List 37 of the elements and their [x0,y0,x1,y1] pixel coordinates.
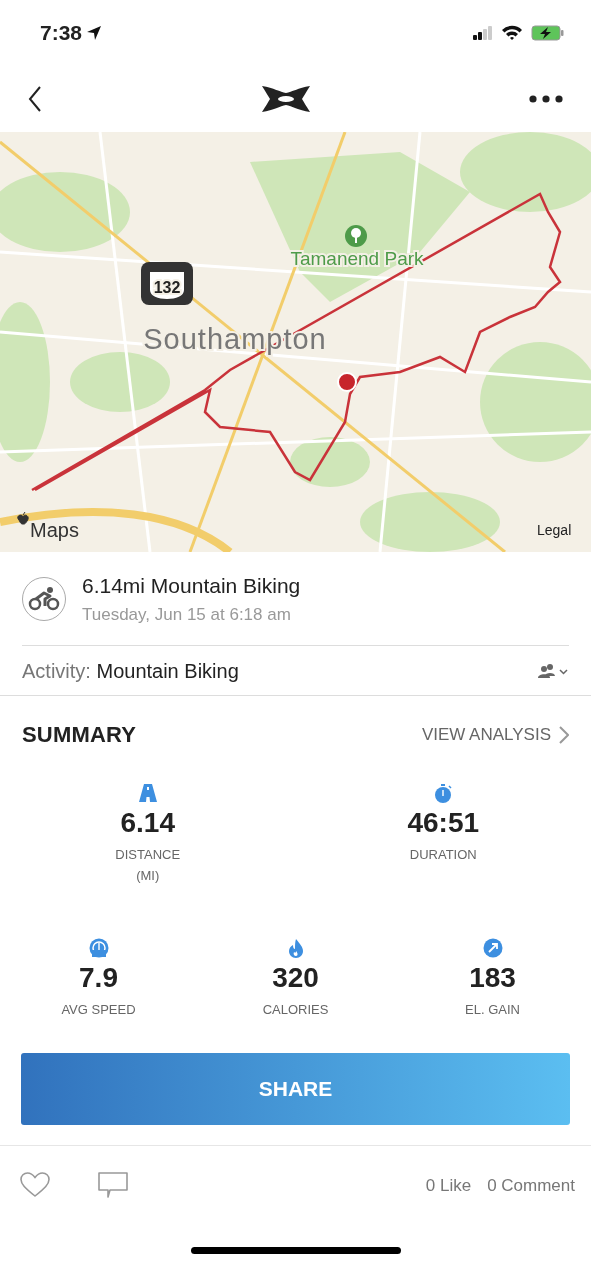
maps-attribution: Maps [30,519,79,541]
battery-charging-icon [531,24,565,41]
activity-title: 6.14mi Mountain Biking [82,573,301,599]
stat-label: AVG SPEED [61,1001,136,1020]
route-number: 132 [153,279,181,296]
chevron-icon [559,725,569,744]
comment-count: 0 Comment [487,1174,575,1197]
apple-icon [17,511,29,525]
stat-label: DISTANCE (MI) [115,845,181,885]
stat-value: 7.9 [79,963,118,995]
stopwatch-icon [433,783,454,804]
stat-label: DURATION [409,845,477,864]
back-icon [28,85,42,112]
activity-type: Activity: Mountain Biking [22,658,239,684]
stat-label: EL. GAIN [465,1001,520,1020]
stat-value: 6.14 [120,808,175,839]
location-arrow-icon [86,24,103,41]
legal-link[interactable]: Legal [537,522,572,538]
activity-date: Tuesday, Jun 15 at 6:18 am [82,603,292,626]
summary-heading: SUMMARY [22,721,137,749]
stat-label: CALORIES [262,1001,329,1020]
speedometer-icon [88,938,109,960]
stat-value: 320 [272,963,319,995]
view-analysis-link[interactable]: VIEW ANALYSIS [421,721,569,748]
like-count: 0 Like [425,1174,472,1197]
stat-value: 183 [469,963,516,995]
wifi-icon [501,24,523,41]
back-button[interactable] [28,85,42,112]
start-marker [337,372,357,392]
signal-icon [473,25,493,40]
stat-value: 46:51 [407,808,480,839]
more-icon [529,95,563,104]
park-icon [345,225,367,247]
status-time: 7:38 [40,19,83,46]
like-button[interactable] [20,1172,50,1199]
logo-icon [259,83,312,114]
road-icon [137,783,158,804]
